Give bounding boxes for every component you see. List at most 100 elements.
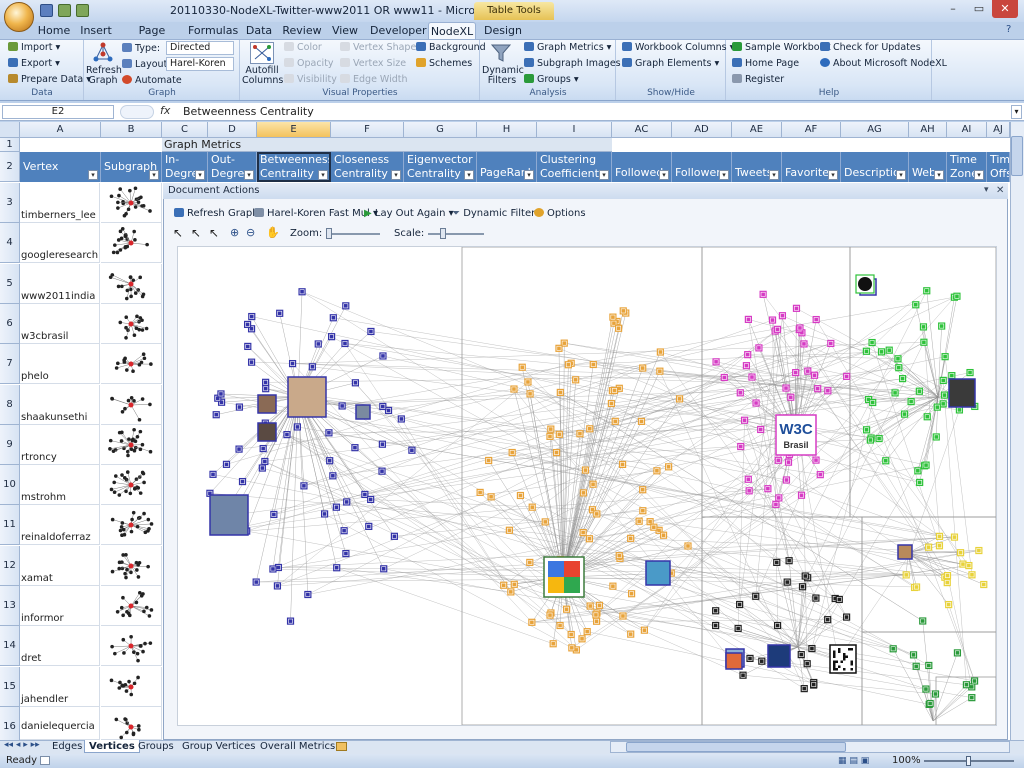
header-eigenvector-centrality[interactable]: Eigenvector Centrality ▾	[404, 152, 477, 182]
vertical-scroll-thumb[interactable]	[1011, 136, 1023, 176]
vertex-name-cell[interactable]: danielequercia	[20, 707, 100, 740]
subgraph-image-cell[interactable]	[101, 264, 162, 304]
row-header[interactable]: 9	[0, 425, 20, 465]
insert-function-icon[interactable]: fx	[160, 104, 170, 117]
header-description[interactable]: Description ▾	[841, 152, 909, 182]
header-time-zone[interactable]: Time Zone ▾	[947, 152, 987, 182]
row-header[interactable]: 7	[0, 344, 20, 384]
header-followed[interactable]: Followed ▾	[612, 152, 672, 182]
close-icon[interactable]: ✕	[992, 0, 1018, 18]
vertex-name-cell[interactable]: rtroncy	[20, 425, 100, 465]
vertex-shape-button[interactable]: Vertex Shape ▾	[340, 42, 424, 53]
header-tweets[interactable]: Tweets ▾	[732, 152, 782, 182]
select-tool-icon[interactable]: ↖	[173, 226, 183, 240]
register-button[interactable]: Register	[732, 74, 784, 85]
row-header[interactable]: 14	[0, 626, 20, 666]
dynamic-filters-icon[interactable]	[490, 42, 512, 64]
subgraph-image-cell[interactable]	[101, 344, 162, 384]
sheet-tab-group-vertices[interactable]: Group Vertices	[178, 740, 260, 753]
column-header-g[interactable]: G	[404, 122, 477, 138]
filter-dropdown-icon[interactable]: ▾	[524, 170, 534, 180]
schemes-button[interactable]: Schemes	[416, 58, 472, 69]
refresh-graph-icon[interactable]	[92, 42, 114, 64]
about-nodexl-button[interactable]: About Microsoft NodeXL	[820, 58, 947, 69]
sample-workbook-button[interactable]: Sample Workbook	[732, 42, 831, 53]
column-header-af[interactable]: AF	[782, 122, 841, 138]
subgraph-image-cell[interactable]	[101, 546, 162, 586]
tab-developer[interactable]: Developer	[370, 22, 427, 39]
header-pagerank[interactable]: PageRank ▾	[477, 152, 537, 182]
row-header[interactable]: 4	[0, 223, 20, 263]
office-button[interactable]	[4, 2, 34, 32]
prepare-data-button[interactable]: Prepare Data ▾	[8, 74, 91, 85]
autofill-columns-icon[interactable]	[250, 42, 274, 64]
vertex-name-cell[interactable]: www2011india	[20, 264, 100, 304]
filter-dropdown-icon[interactable]: ▾	[149, 170, 159, 180]
dynamic-filters-pane-button[interactable]: ⏷ Dynamic Filters	[452, 208, 540, 219]
color-button[interactable]: Color	[284, 42, 322, 53]
refresh-graph-pane-button[interactable]: Refresh Graph	[174, 208, 259, 219]
row-header[interactable]: 12	[0, 546, 20, 586]
zoom-slider-thumb[interactable]	[326, 228, 332, 239]
subgraph-image-cell[interactable]	[101, 223, 162, 263]
header-closeness-centrality[interactable]: Closeness Centrality ▾	[331, 152, 404, 182]
sheet-tab-groups[interactable]: Groups	[134, 740, 178, 753]
row-header[interactable]: 3	[0, 183, 20, 223]
tab-data[interactable]: Data	[244, 22, 274, 39]
view-buttons[interactable]: ▦ ▤ ▣	[838, 756, 878, 766]
tab-view[interactable]: View	[330, 22, 360, 39]
filter-dropdown-icon[interactable]: ▾	[391, 170, 401, 180]
horizontal-scroll-thumb[interactable]	[626, 742, 846, 752]
tab-formulas[interactable]: Formulas	[188, 22, 238, 39]
pane-close-icon[interactable]: ✕	[996, 185, 1004, 196]
visibility-button[interactable]: Visibility ▾	[284, 74, 345, 85]
row-header[interactable]: 6	[0, 304, 20, 344]
vertex-name-cell[interactable]: timberners_lee	[20, 183, 100, 223]
pan-hand-icon[interactable]: ✋	[266, 226, 280, 239]
groups-button[interactable]: Groups ▾	[524, 74, 579, 85]
insert-sheet-icon[interactable]	[336, 742, 347, 751]
vertex-name-cell[interactable]: mstrohm	[20, 465, 100, 505]
name-box[interactable]: E2	[2, 105, 114, 119]
home-page-button[interactable]: Home Page	[732, 58, 799, 69]
autofill-columns-button[interactable]: Autofill Columns	[242, 66, 283, 86]
column-header-ad[interactable]: AD	[672, 122, 732, 138]
graph-metrics-button[interactable]: Graph Metrics ▾	[524, 42, 611, 53]
vertex-size-button[interactable]: Vertex Size	[340, 58, 406, 69]
subgraph-image-cell[interactable]	[101, 667, 162, 707]
column-header-ae[interactable]: AE	[732, 122, 782, 138]
vertex-name-cell[interactable]: phelo	[20, 344, 100, 384]
row-header-1[interactable]: 1	[0, 138, 20, 152]
automate-button[interactable]: Automate	[122, 75, 182, 86]
subgraph-image-cell[interactable]	[101, 304, 162, 344]
header-subgraph[interactable]: Subgraph ▾	[101, 152, 162, 182]
header-vertex[interactable]: Vertex ▾	[20, 152, 101, 182]
filter-dropdown-icon[interactable]: ▾	[974, 170, 984, 180]
select-subtract-tool-icon[interactable]: ↖	[209, 226, 219, 240]
vertex-name-cell[interactable]: reinaldoferraz	[20, 505, 100, 545]
lay-out-again-button[interactable]: ▶ Lay Out Again ▾	[364, 208, 454, 219]
sheet-tab-vertices[interactable]: Vertices	[84, 740, 140, 753]
filter-dropdown-icon[interactable]: ▾	[934, 170, 944, 180]
tab-design[interactable]: Design	[482, 22, 524, 39]
column-header-b[interactable]: B	[101, 122, 162, 138]
vertex-name-cell[interactable]: jahendler	[20, 667, 100, 707]
row-header-2[interactable]: 2	[0, 152, 20, 182]
vertex-name-cell[interactable]: dret	[20, 626, 100, 666]
column-header-i[interactable]: I	[537, 122, 612, 138]
column-header-ac[interactable]: AC	[612, 122, 672, 138]
filter-dropdown-icon[interactable]: ▾	[659, 170, 669, 180]
redo-icon[interactable]	[76, 4, 89, 17]
row-header[interactable]: 13	[0, 586, 20, 626]
vertex-name-cell[interactable]: xamat	[20, 546, 100, 586]
subgraph-image-cell[interactable]	[101, 465, 162, 505]
sheet-nav-icons[interactable]: ◂◂ ◂ ▸ ▸▸	[4, 740, 40, 750]
row-header[interactable]: 11	[0, 505, 20, 545]
vertical-scrollbar[interactable]	[1010, 122, 1024, 740]
undo-icon[interactable]	[58, 4, 71, 17]
graph-elements-button[interactable]: Graph Elements ▾	[622, 58, 719, 69]
dynamic-filters-button[interactable]: Dynamic Filters	[482, 66, 524, 86]
type-dropdown[interactable]: Directed	[166, 41, 234, 55]
layout-dropdown[interactable]: Harel-Koren ...	[166, 57, 234, 71]
tab-review[interactable]: Review	[282, 22, 322, 39]
